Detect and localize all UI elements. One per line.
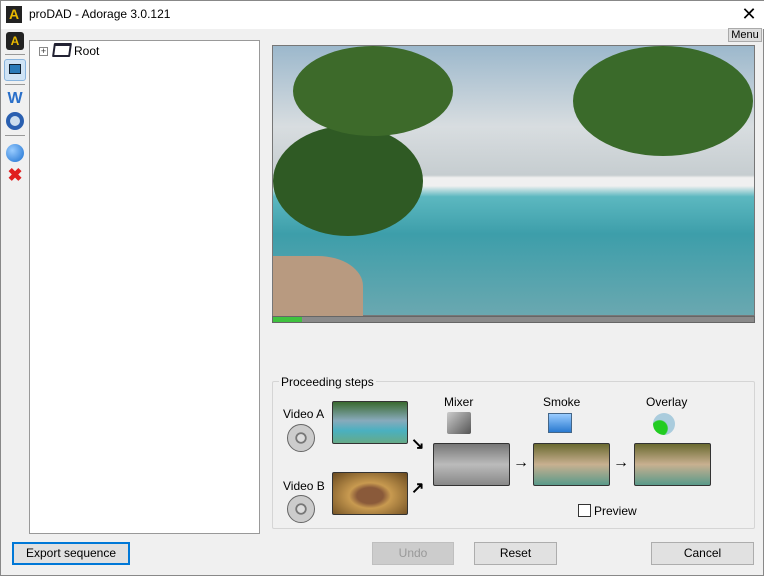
tree-item-root[interactable]: Root <box>74 44 99 58</box>
app-icon: A <box>6 6 22 23</box>
smoke-thumbnail[interactable] <box>533 443 610 486</box>
menu-button[interactable]: Menu <box>728 28 762 42</box>
blue-ball-icon[interactable] <box>6 144 24 162</box>
arrow-icon: ↘ <box>411 434 424 454</box>
mixer-thumbnail[interactable] <box>433 443 510 486</box>
video-b-thumbnail[interactable] <box>332 472 408 515</box>
close-button[interactable]: ✕ <box>737 3 761 25</box>
palm-foliage <box>573 46 753 156</box>
palm-foliage <box>293 46 453 136</box>
palm-foliage <box>273 126 423 236</box>
preview-checkbox[interactable] <box>578 504 591 517</box>
arrow-icon: → <box>613 454 629 472</box>
film-reel-icon[interactable] <box>287 495 315 523</box>
reset-button[interactable]: Reset <box>474 542 557 565</box>
video-a-label: Video A <box>283 407 324 421</box>
tree-panel[interactable]: + Root <box>29 40 260 534</box>
red-x-icon[interactable]: ✖ <box>6 166 24 184</box>
toolbar-separator <box>5 135 25 136</box>
gear-icon[interactable] <box>6 112 24 130</box>
mixer-icon[interactable] <box>447 412 471 434</box>
progress-fill <box>273 317 302 322</box>
progress-bar[interactable] <box>272 316 755 323</box>
arrow-icon: ↗ <box>411 478 424 498</box>
expand-toggle[interactable]: + <box>39 47 48 56</box>
mixer-label: Mixer <box>444 395 473 409</box>
title-bar: A proDAD - Adorage 3.0.121 ✕ <box>1 1 764 29</box>
cancel-button[interactable]: Cancel <box>651 542 754 565</box>
export-sequence-button[interactable]: Export sequence <box>12 542 130 565</box>
overlay-icon[interactable] <box>653 413 675 435</box>
film-reel-icon[interactable] <box>287 424 315 452</box>
arrow-icon: → <box>513 454 529 472</box>
undo-button[interactable]: Undo <box>372 542 454 565</box>
window-title: proDAD - Adorage 3.0.121 <box>29 7 170 21</box>
group-label: Proceeding steps <box>279 375 376 389</box>
video-a-thumbnail[interactable] <box>332 401 408 444</box>
preview-label: Preview <box>594 504 637 518</box>
adorage-logo-icon[interactable]: A <box>6 32 24 50</box>
toolbar-separator <box>5 84 25 85</box>
video-b-label: Video B <box>283 479 325 493</box>
overlay-label: Overlay <box>646 395 687 409</box>
overlay-thumbnail[interactable] <box>634 443 711 486</box>
smoke-icon[interactable] <box>548 413 572 433</box>
pool-edge <box>273 256 363 316</box>
binoculars-icon[interactable]: W <box>6 90 24 108</box>
folder-icon <box>52 43 72 57</box>
video-preview <box>272 45 755 316</box>
toolbar-separator <box>5 54 25 55</box>
smoke-label: Smoke <box>543 395 580 409</box>
monitor-icon[interactable] <box>4 59 26 81</box>
